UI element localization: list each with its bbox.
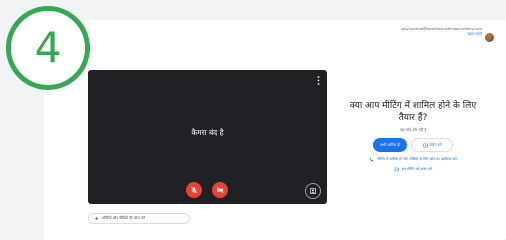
cast-meeting-option[interactable]: इस मीटिंग को कास्ट करें: [348, 167, 478, 172]
cast-icon: [394, 167, 399, 172]
account-info: ajayhazama@businessmeetingacademy.com खा…: [401, 27, 494, 42]
check-audio-video-button[interactable]: ऑडियो और वीडियो की जांच करें: [88, 213, 190, 224]
join-panel: क्या आप मीटिंग में शामिल होने के लिए तैय…: [348, 100, 478, 172]
visual-effects-button[interactable]: [305, 183, 321, 199]
meet-prejoin-window: ajayhazama@businessmeetingacademy.com खा…: [44, 20, 506, 240]
step-number: 4: [34, 23, 62, 72]
present-label: प्रेज़ेंट करें: [429, 142, 442, 147]
switch-account-link[interactable]: खाता बदलें: [401, 32, 482, 37]
avatar[interactable]: [485, 33, 494, 42]
present-icon: [422, 143, 428, 147]
visual-effects-icon: [310, 188, 316, 194]
join-button-row: अभी शामिल हों प्रेज़ेंट करें: [348, 138, 478, 152]
camera-off-label: कैमरा बंद है: [191, 128, 224, 137]
phone-icon: [369, 157, 374, 162]
sparkle-icon: [94, 216, 99, 221]
join-subtitle: यहां कोई और नहीं है: [399, 128, 427, 132]
join-title: क्या आप मीटिंग में शामिल होने के लिए तैय…: [349, 101, 477, 123]
camera-off-icon: [216, 186, 224, 194]
check-audio-video-label: ऑडियो और वीडियो की जांच करें: [102, 216, 145, 220]
more-options-icon[interactable]: [317, 76, 320, 85]
join-with-phone-label: मीटिंग में शामिल हों और ऑडियो के लिए फ़ो…: [377, 157, 457, 161]
mic-off-icon: [191, 186, 197, 194]
step-number-badge: 4: [6, 6, 90, 90]
account-email: ajayhazama@businessmeetingacademy.com: [401, 27, 482, 31]
video-preview: कैमरा बंद है: [88, 70, 327, 204]
join-with-phone-option[interactable]: मीटिंग में शामिल हों और ऑडियो के लिए फ़ो…: [348, 157, 478, 162]
toggle-camera-button[interactable]: [212, 182, 228, 198]
present-button[interactable]: प्रेज़ेंट करें: [411, 138, 453, 152]
toggle-microphone-button[interactable]: [186, 182, 202, 198]
join-now-button[interactable]: अभी शामिल हों: [373, 138, 407, 152]
cast-meeting-label: इस मीटिंग को कास्ट करें: [401, 167, 433, 171]
